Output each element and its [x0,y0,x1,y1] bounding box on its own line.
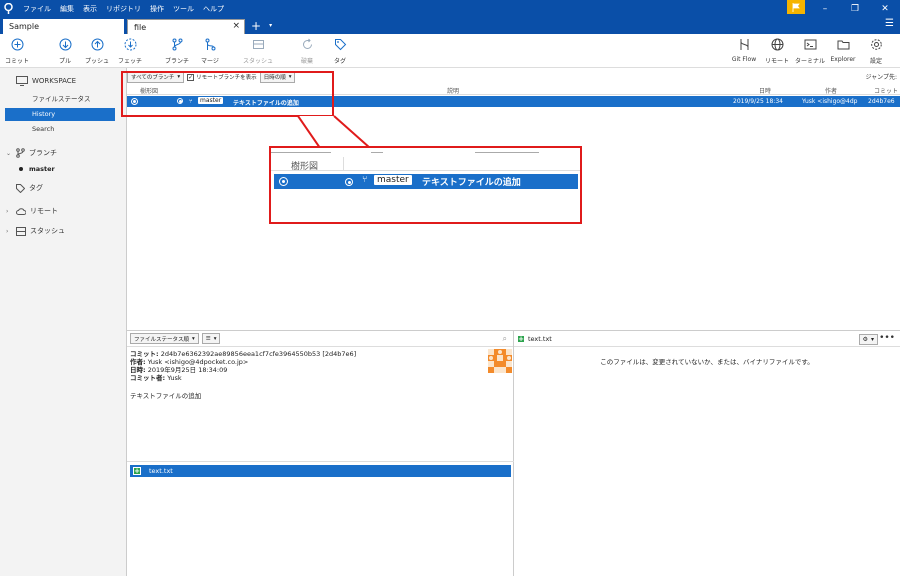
more-options-icon[interactable]: ••• [879,334,895,343]
author-value: Yusk <ishigo@4dpocket.co.jp> [147,358,249,366]
diff-file-name: text.txt [528,334,552,343]
date-value: 2019年9月25日 18:34:09 [147,366,228,374]
zoomed-commit-row: ⑂ master テキストファイルの追加 [274,174,578,189]
head-dot-icon [345,178,353,186]
date-field-label: 日時: [130,366,146,374]
diff-options-dropdown[interactable]: ⚙ ▾ [858,334,878,345]
gear-icon: ⚙ [862,336,868,343]
chevron-down-icon: ▾ [192,335,195,342]
changed-file-row[interactable]: + text.txt [130,465,511,477]
commit-info-pane: ファイルステータス順 ▾ ☰ ▾ ⌕ コミット: 2d4b7e6362392ae… [127,330,514,576]
commit-node-icon [279,177,288,186]
author-field-label: 作者: [130,358,146,366]
commit-field-label: コミット: [130,350,159,358]
zoomed-column-graph: 樹形図 [291,162,319,172]
info-toolbar: ファイルステータス順 ▾ ☰ ▾ ⌕ [127,331,513,347]
chevron-down-icon: ▾ [213,335,217,342]
diff-message: このファイルは、変更されていないか、または、バイナリファイルです。 [600,358,814,366]
file-added-icon: + [133,467,141,475]
diff-file-title: + text.txt [517,334,552,343]
changed-file-name: text.txt [149,467,173,475]
avatar [488,349,512,373]
search-icon[interactable]: ⌕ [503,334,507,344]
branch-tag-icon: ⑂ [362,175,368,185]
chevron-down-icon: ▾ [870,336,874,343]
zoomed-branch-badge: master [374,175,412,185]
commit-full-message: テキストファイルの追加 [130,392,202,400]
file-added-icon: + [517,334,525,343]
commit-metadata: コミット: 2d4b7e6362392ae89856eea1cf7cfe3964… [130,350,356,382]
committer-field-label: コミット者: [130,374,166,382]
list-icon: ☰ [205,335,211,342]
file-sort-label: ファイルステータス順 [134,336,190,343]
committer-value: Yusk [167,374,182,382]
diff-pane: + text.txt ⚙ ▾ ••• このファイルは、変更されていないか、または… [514,330,900,576]
diff-toolbar: + text.txt ⚙ ▾ ••• [514,331,900,347]
zoomed-commit-message: テキストファイルの追加 [422,178,521,188]
file-sort-dropdown[interactable]: ファイルステータス順 ▾ [130,333,199,344]
commit-full-hash: 2d4b7e6362392ae89856eea1cf7cfe3964550b53… [160,350,357,358]
view-mode-dropdown[interactable]: ☰ ▾ [201,333,221,344]
zoomed-callout: 樹形図 ⑂ master テキストファイルの追加 [269,146,582,224]
zoomed-column-header: 樹形図 [271,157,580,172]
